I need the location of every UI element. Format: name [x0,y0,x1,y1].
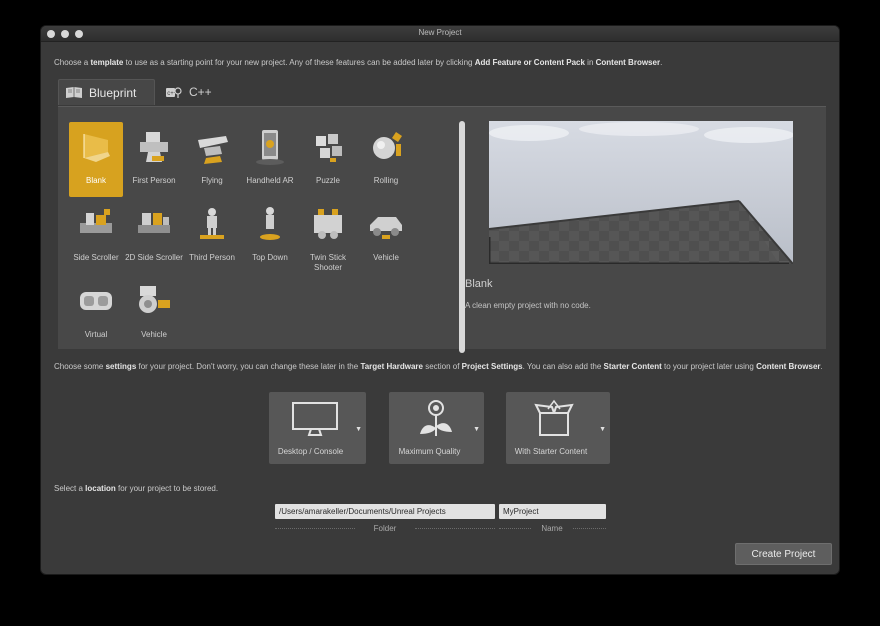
template-grid: Blank First Person Flying Handheld AR Pu… [66,119,416,347]
vr-headset-template-icon [80,292,112,310]
setting-label: Desktop / Console [277,447,344,456]
template-label: Flying [201,176,223,185]
handheld-ar-template-icon [256,130,284,165]
chevron-down-icon: ▼ [355,426,362,433]
folder-caption-divider [415,528,495,529]
template-scrollbar[interactable] [459,121,465,353]
twin-stick-shooter-template-icon [314,209,342,239]
title-bar[interactable]: New Project [41,26,839,42]
template-label: Virtual [84,330,108,339]
blueprint-icon [66,87,82,98]
rolling-template-icon [373,132,402,159]
blank-template-icon [83,134,110,162]
tab-cpp-label: C++ [189,85,212,99]
template-label: Puzzle [315,176,340,185]
folder-caption: Folder [373,524,397,533]
template-label: Twin Stick Shooter [309,253,346,272]
template-label: Side Scroller [73,253,119,262]
vehicle-template-icon [370,217,402,239]
tab-blueprint[interactable]: Blueprint [58,79,155,105]
template-handheld-ar[interactable]: Handheld AR [243,122,297,197]
template-twin-stick-shooter[interactable]: Twin Stick Shooter [301,199,355,274]
template-virtual-reality[interactable]: Virtual [69,276,123,347]
template-label: Rolling [373,176,399,185]
first-person-template-icon [140,132,168,162]
quality-setting-button[interactable]: ▼ Maximum Quality [389,392,484,464]
template-label: Top Down [252,253,288,262]
create-project-button[interactable]: Create Project [735,543,832,565]
side-scroller-template-icon [80,209,112,233]
starter-content-setting-button[interactable]: ▼ With Starter Content [506,392,610,464]
2d-side-scroller-template-icon [138,213,170,233]
quality-flower-icon [420,400,452,436]
template-label: Vehicle [373,253,399,262]
template-third-person[interactable]: Third Person [185,199,239,274]
cpp-icon: c++ [166,86,182,98]
template-label: Handheld AR [246,176,294,185]
name-caption-divider [499,528,531,529]
name-caption: Name [541,524,563,533]
setting-label: With Starter Content [514,447,588,456]
template-vehicle-advanced[interactable]: Vehicle [127,276,181,347]
tab-cpp[interactable]: c++ C++ [159,79,219,105]
template-preview-image [489,121,793,264]
template-label: Blank [85,176,106,185]
starter-box-icon [534,399,574,436]
puzzle-template-icon [316,134,342,162]
window-title: New Project [418,28,462,37]
template-label: 2D Side Scroller [125,253,183,262]
template-side-scroller[interactable]: Side Scroller [69,199,123,274]
project-name-input[interactable]: MyProject [499,504,606,519]
setting-label: Maximum Quality [398,447,461,456]
location-instructions: Select a location for your project to be… [54,484,219,493]
preview-template-name: Blank [465,278,493,290]
folder-caption-divider [275,528,355,529]
template-rolling[interactable]: Rolling [359,122,413,197]
template-label: Third Person [189,253,235,262]
vehicle-advanced-template-icon [139,286,170,313]
template-instructions: Choose a template to use as a starting p… [54,58,663,67]
flying-template-icon [198,136,228,164]
template-flying[interactable]: Flying [185,122,239,197]
template-blank[interactable]: Blank [69,122,123,197]
settings-instructions: Choose some settings for your project. D… [54,362,823,371]
folder-path-input[interactable]: /Users/amarakeller/Documents/Unreal Proj… [275,504,495,519]
template-label: First Person [132,176,176,185]
template-first-person[interactable]: First Person [127,122,181,197]
preview-template-description: A clean empty project with no code. [465,301,591,310]
chevron-down-icon: ▼ [599,426,606,433]
third-person-template-icon [200,208,224,239]
template-label: Vehicle [141,330,167,339]
top-down-template-icon [260,207,280,240]
template-puzzle[interactable]: Puzzle [301,122,355,197]
chevron-down-icon: ▼ [473,426,480,433]
platform-setting-button[interactable]: ▼ Desktop / Console [269,392,366,464]
tab-blueprint-label: Blueprint [89,85,137,100]
template-top-down[interactable]: Top Down [243,199,297,274]
name-caption-divider [573,528,606,529]
monitor-icon [292,402,338,436]
template-2d-side-scroller[interactable]: 2D Side Scroller [125,199,183,274]
new-project-window: New Project Choose a template to use as … [41,26,839,574]
template-vehicle[interactable]: Vehicle [359,199,413,274]
